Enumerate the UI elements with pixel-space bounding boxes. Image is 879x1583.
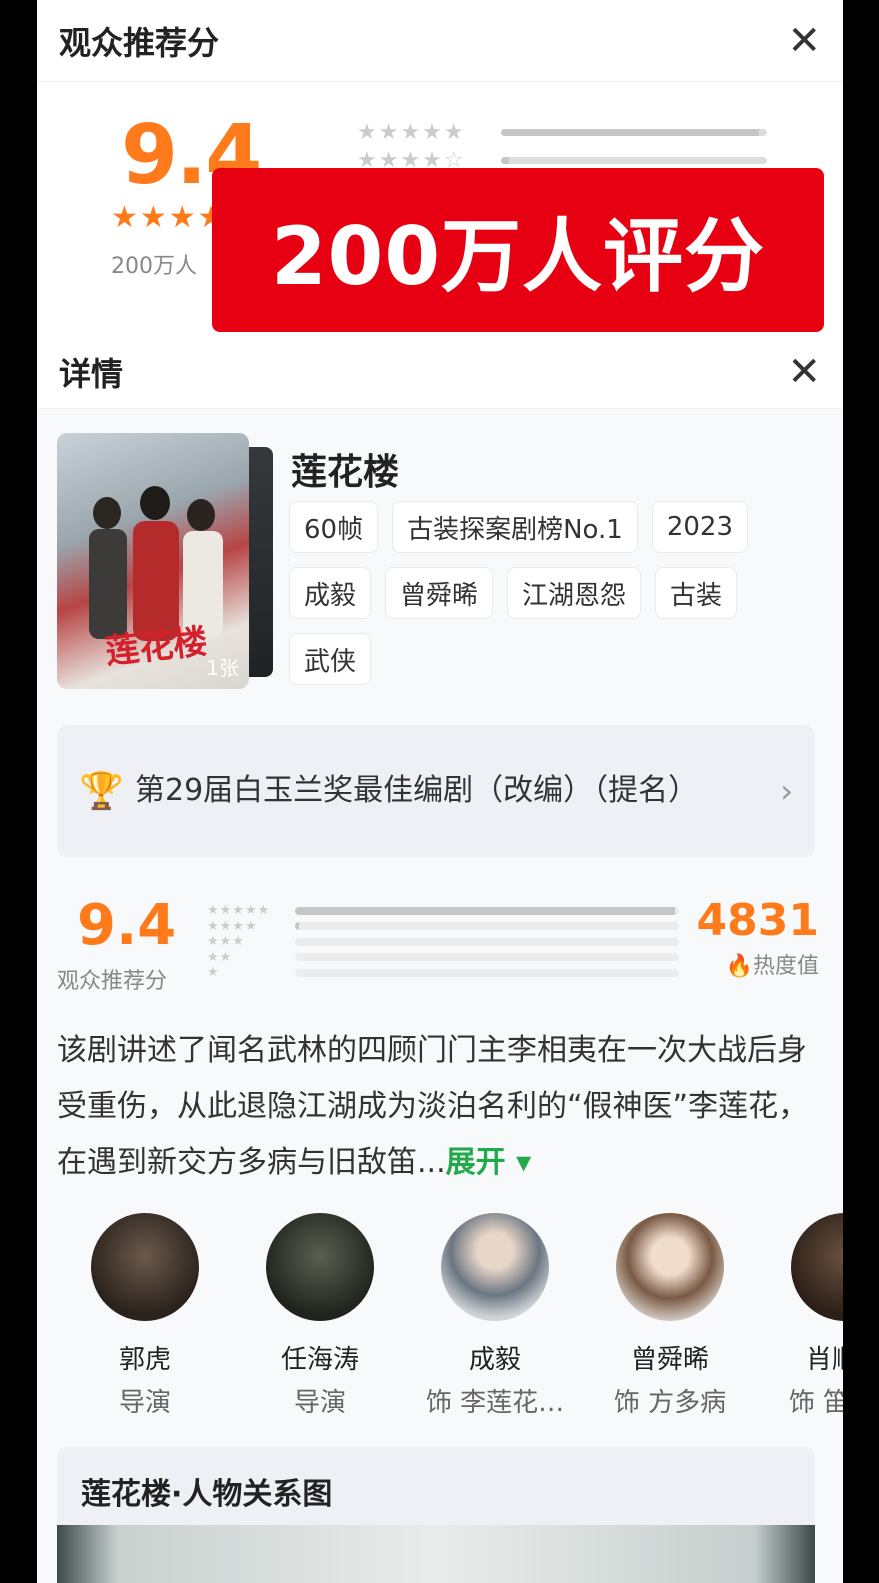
distribution-row: ★★★ (207, 934, 679, 950)
detail-header: 详情 ✕ (37, 335, 843, 409)
avatar (616, 1213, 724, 1321)
cast-role: 饰 方多病 (613, 1388, 727, 1413)
rating-panel-title: 观众推荐分 (59, 23, 220, 62)
heat-value: 4831 (696, 895, 819, 946)
cast-list: 郭虎 导演 任海涛 导演 成毅 饰 李莲花… 曾舜晞 饰 方多病 肖顺尧 饰 笛… (57, 1213, 843, 1413)
award-row[interactable]: 🏆 第29届白玉兰奖最佳编剧（改编）（提名） › (57, 725, 815, 857)
tag[interactable]: 曾舜晞 (385, 567, 494, 619)
cast-role: 导演 (118, 1388, 171, 1413)
cast-member[interactable]: 曾舜晞 饰 方多病 (582, 1213, 758, 1413)
cast-name: 曾舜晞 (630, 1345, 709, 1375)
cast-member[interactable]: 郭虎 导演 (57, 1213, 233, 1413)
chevron-right-icon: › (780, 772, 793, 810)
flame-icon: 🔥 (725, 954, 753, 979)
relationship-image (57, 1525, 815, 1583)
distribution-row: ★★★★★ (207, 903, 679, 919)
relationship-card[interactable]: 莲花楼·人物关系图 (57, 1447, 815, 1583)
cast-role: 导演 (293, 1388, 346, 1413)
star-icon: ★★★★ (207, 918, 258, 934)
distribution-bar (501, 128, 760, 136)
expand-button[interactable]: 展开 ▾ (446, 1145, 532, 1180)
rating-distribution: ★★★★★ ★★★★☆ (357, 118, 767, 174)
rating-header: 观众推荐分 ✕ (37, 0, 843, 82)
avatar (441, 1213, 549, 1321)
audience-score: 9.4 (77, 893, 177, 958)
distribution-row: ★★ (207, 950, 679, 966)
relationship-title: 莲花楼·人物关系图 (81, 1477, 333, 1512)
poster-image[interactable]: 莲花楼 1张 (57, 433, 249, 689)
trophy-icon: 🏆 (79, 771, 124, 812)
triangle-down-icon: ▾ (516, 1145, 532, 1180)
cast-member[interactable]: 肖顺尧 饰 笛飞声 (757, 1213, 843, 1413)
avatar (791, 1213, 843, 1321)
star-icon: ★★★★★ (357, 119, 466, 145)
tag[interactable]: 江湖恩怨 (507, 567, 642, 619)
cast-name: 肖顺尧 (805, 1345, 843, 1375)
description-text: 该剧讲述了闻名武林的四顾门门主李相夷在一次大战后身受重伤，从此退隐江湖成为淡泊名… (57, 1033, 809, 1180)
show-title: 莲花楼 (291, 452, 400, 493)
tag[interactable]: 60帧 (289, 501, 379, 553)
description: 该剧讲述了闻名武林的四顾门门主李相夷在一次大战后身受重伤，从此退隐江湖成为淡泊名… (57, 1023, 817, 1191)
close-icon[interactable]: ✕ (787, 352, 821, 392)
star-icon: ★★★ (207, 934, 245, 950)
cast-name: 郭虎 (118, 1345, 171, 1375)
avatar (266, 1213, 374, 1321)
cast-member[interactable]: 成毅 饰 李莲花… (407, 1213, 583, 1413)
distribution-bar (295, 922, 299, 931)
audience-score-label: 观众推荐分 (57, 969, 168, 994)
rating-count: 200万人 (111, 254, 197, 279)
detail-title: 详情 (59, 354, 124, 393)
star-icon: ★ (207, 965, 220, 981)
avatar (91, 1213, 199, 1321)
cast-name: 任海涛 (280, 1345, 359, 1375)
tag[interactable]: 成毅 (289, 567, 372, 619)
cast-name: 成毅 (468, 1345, 521, 1375)
distribution-row: ★★★★★ (357, 118, 767, 146)
rating-count-banner: 200万人评分 (212, 168, 824, 332)
cast-role: 饰 笛飞声 (788, 1388, 843, 1413)
audience-distribution: ★★★★★ ★★★★ ★★★ ★★ ★ (207, 903, 679, 981)
tag-list: 60帧 古装探案剧榜No.1 2023 成毅 曾舜晞 江湖恩怨 古装 武侠 (289, 501, 769, 685)
detail-panel: 详情 ✕ 莲花楼 1张 莲花楼 60帧 古装探案剧榜No.1 2023 成毅 曾… (37, 335, 843, 1583)
poster-count: 1张 (206, 656, 239, 680)
tag[interactable]: 武侠 (289, 633, 372, 685)
distribution-bar (501, 156, 509, 164)
poster-logo: 莲花楼 (103, 621, 210, 673)
distribution-bar (295, 906, 676, 915)
close-icon[interactable]: ✕ (787, 21, 821, 61)
cast-role: 饰 李莲花… (425, 1388, 565, 1413)
award-text: 第29届白玉兰奖最佳编剧（改编）（提名） (135, 773, 699, 808)
tag[interactable]: 古装 (655, 567, 738, 619)
distribution-row: ★★★★ (207, 919, 679, 935)
rating-stars: ★★★★ (111, 200, 227, 235)
distribution-row: ★ (207, 965, 679, 981)
tag[interactable]: 古装探案剧榜No.1 (392, 501, 638, 553)
tag[interactable]: 2023 (651, 501, 748, 553)
heat-label: 热度值 (752, 954, 819, 979)
star-icon: ★★★★★ (207, 903, 271, 919)
star-icon: ★★ (207, 949, 233, 965)
heat-block: 4831 🔥热度值 (697, 895, 819, 980)
cast-member[interactable]: 任海涛 导演 (232, 1213, 408, 1413)
